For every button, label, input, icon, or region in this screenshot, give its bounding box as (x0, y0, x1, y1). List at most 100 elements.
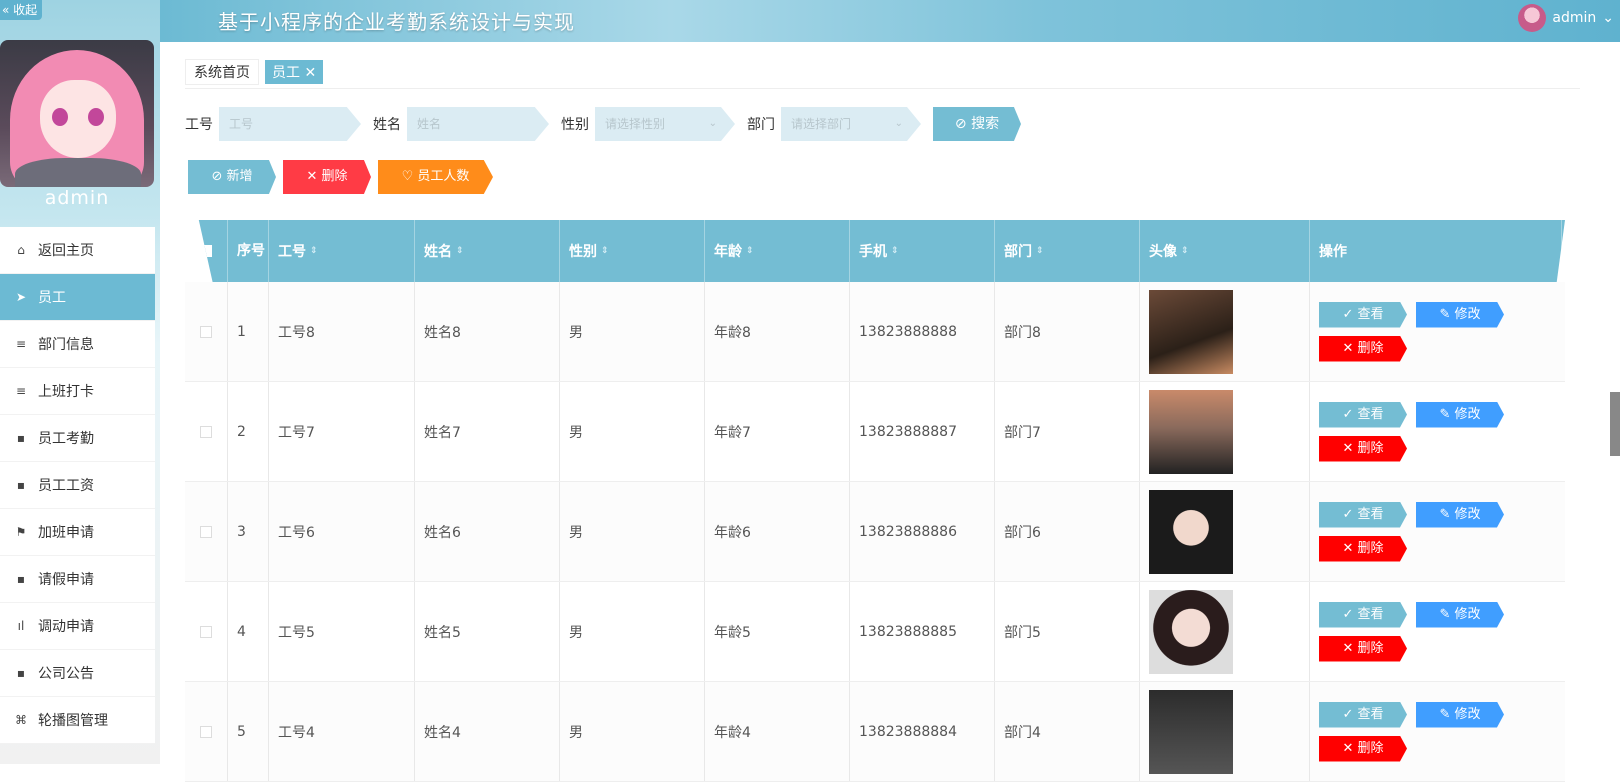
batch-delete-button[interactable]: ✕ 删除 (283, 160, 371, 194)
bar-chart-icon: ıl (17, 619, 25, 633)
cell-id: 工号8 (269, 282, 415, 381)
col-avatar[interactable]: 头像 ⇕ (1140, 220, 1310, 282)
avatar (1518, 4, 1547, 32)
employee-photo[interactable] (1149, 489, 1233, 574)
row-checkbox[interactable] (185, 482, 228, 581)
sidebar: « 收起 admin ⌂ 返回主页 ➤ 员工 ≡ 部门信息 ≡ 上班打卡 ▪ 员工考勤 ▪… (0, 0, 160, 764)
delete-button[interactable]: ✕ 删除 (1319, 535, 1407, 562)
dept-select[interactable]: 请选择部门 ⌄ (781, 107, 921, 141)
select-all-checkbox[interactable] (199, 220, 228, 282)
table-row: 4 工号5 姓名5 男 年龄5 13823888885 部门5 ✓ 查看 ✎ 修… (185, 582, 1565, 682)
sidebar-item-label: 员工工资 (38, 478, 94, 494)
row-checkbox[interactable] (185, 582, 228, 681)
sidebar-item-overtime[interactable]: ⚑ 加班申请 (0, 509, 155, 556)
sidebar-item-transfer[interactable]: ıl 调动申请 (0, 603, 155, 650)
sidebar-item-notice[interactable]: ▪ 公司公告 (0, 650, 155, 697)
row-checkbox[interactable] (185, 282, 228, 381)
list-icon: ≡ (15, 384, 27, 398)
col-age[interactable]: 年龄 ⇕ (705, 220, 850, 282)
view-button[interactable]: ✓ 查看 (1319, 501, 1407, 528)
edit-button[interactable]: ✎ 修改 (1416, 401, 1504, 428)
view-button[interactable]: ✓ 查看 (1319, 301, 1407, 328)
row-checkbox[interactable] (185, 682, 228, 781)
name-search-input[interactable]: 姓名 (407, 107, 549, 141)
sidebar-item-salary[interactable]: ▪ 员工工资 (0, 462, 155, 509)
cell-dept: 部门7 (995, 382, 1140, 481)
cell-no: 4 (228, 582, 269, 681)
edit-button[interactable]: ✎ 修改 (1416, 701, 1504, 728)
tab-home[interactable]: 系统首页 (185, 59, 259, 85)
sidebar-item-department[interactable]: ≡ 部门信息 (0, 321, 155, 368)
sidebar-item-label: 请假申请 (38, 572, 94, 588)
collapse-button[interactable]: « 收起 (0, 0, 42, 20)
delete-button[interactable]: ✕ 删除 (1319, 635, 1407, 662)
list-icon: ≡ (15, 337, 27, 351)
col-label: 部门 (1004, 244, 1032, 260)
sex-label: 性别 (561, 117, 589, 133)
cell-ops: ✓ 查看 ✎ 修改 ✕ 删除 (1310, 382, 1562, 481)
cell-ops: ✓ 查看 ✎ 修改 ✕ 删除 (1310, 582, 1562, 681)
cell-phone: 13823888884 (850, 682, 995, 781)
row-checkbox[interactable] (185, 382, 228, 481)
cell-id: 工号5 (269, 582, 415, 681)
scrollbar[interactable] (1610, 392, 1620, 456)
name-label: 姓名 (373, 117, 401, 133)
edit-button[interactable]: ✎ 修改 (1416, 301, 1504, 328)
employee-photo[interactable] (1149, 689, 1233, 774)
cell-dept: 部门4 (995, 682, 1140, 781)
col-label: 手机 (859, 244, 887, 260)
edit-button[interactable]: ✎ 修改 (1416, 601, 1504, 628)
sidebar-item-label: 员工考勤 (38, 431, 94, 447)
employee-count-button[interactable]: ♡ 员工人数 (378, 160, 493, 194)
sidebar-item-leave[interactable]: ▪ 请假申请 (0, 556, 155, 603)
col-label: 姓名 (424, 244, 452, 260)
delete-button[interactable]: ✕ 删除 (1319, 335, 1407, 362)
sort-icon: ⇕ (891, 246, 899, 256)
cell-age: 年龄6 (705, 482, 850, 581)
view-button[interactable]: ✓ 查看 (1319, 401, 1407, 428)
col-phone[interactable]: 手机 ⇕ (850, 220, 995, 282)
delete-button[interactable]: ✕ 删除 (1319, 735, 1407, 762)
flag-icon: ⚑ (15, 525, 27, 539)
breadcrumb: 系统首页 员工 ✕ (185, 59, 324, 85)
sidebar-item-home[interactable]: ⌂ 返回主页 (0, 227, 155, 274)
col-no: 序号 (228, 220, 269, 282)
col-id[interactable]: 工号 ⇕ (269, 220, 415, 282)
edit-button[interactable]: ✎ 修改 (1416, 501, 1504, 528)
dept-select-placeholder: 请选择部门 (791, 117, 852, 131)
cell-id: 工号4 (269, 682, 415, 781)
cell-phone: 13823888888 (850, 282, 995, 381)
sidebar-item-label: 调动申请 (38, 619, 94, 635)
employee-photo[interactable] (1149, 389, 1233, 474)
main-content: 系统首页 员工 ✕ 工号 工号 姓名 姓名 性别 请选择性别 ⌄ 部门 请选择部门… (160, 42, 1620, 782)
tab-employee[interactable]: 员工 ✕ (265, 60, 324, 84)
employee-photo[interactable] (1149, 589, 1233, 674)
employee-photo[interactable] (1149, 289, 1233, 374)
delete-button[interactable]: ✕ 删除 (1319, 435, 1407, 462)
dept-label: 部门 (747, 117, 775, 133)
col-dept[interactable]: 部门 ⇕ (995, 220, 1140, 282)
view-button[interactable]: ✓ 查看 (1319, 601, 1407, 628)
user-menu[interactable]: admin ⌄ (1518, 4, 1614, 32)
col-label: 工号 (278, 244, 306, 260)
sidebar-item-employee[interactable]: ➤ 员工 (0, 274, 155, 321)
id-search-input[interactable]: 工号 (219, 107, 361, 141)
cell-age: 年龄4 (705, 682, 850, 781)
search-button[interactable]: ⊘ 搜索 (933, 107, 1021, 141)
grid-icon: ▪ (16, 666, 26, 680)
col-sex[interactable]: 性别 ⇕ (560, 220, 705, 282)
view-button[interactable]: ✓ 查看 (1319, 701, 1407, 728)
add-button[interactable]: ⊘ 新增 (188, 160, 276, 194)
cell-sex: 男 (560, 682, 705, 781)
sidebar-item-carousel[interactable]: ⌘ 轮播图管理 (0, 697, 155, 744)
col-name[interactable]: 姓名 ⇕ (415, 220, 560, 282)
cell-avatar (1140, 282, 1310, 381)
top-header: 基于小程序的企业考勤系统设计与实现 admin ⌄ (160, 0, 1620, 42)
sex-select[interactable]: 请选择性别 ⌄ (595, 107, 735, 141)
cell-avatar (1140, 582, 1310, 681)
grid-icon: ▪ (16, 572, 26, 586)
cell-name: 姓名7 (415, 382, 560, 481)
cell-dept: 部门6 (995, 482, 1140, 581)
sidebar-item-attendance[interactable]: ▪ 员工考勤 (0, 415, 155, 462)
sidebar-item-checkin[interactable]: ≡ 上班打卡 (0, 368, 155, 415)
